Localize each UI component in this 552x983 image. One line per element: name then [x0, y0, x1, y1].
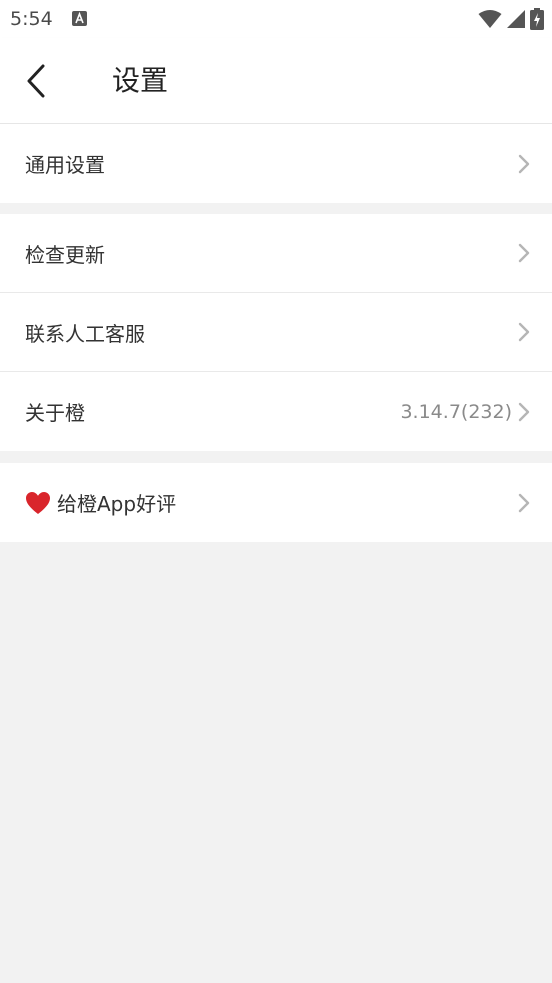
row-label: 通用设置 — [25, 153, 105, 177]
a-notification-icon — [72, 11, 87, 26]
settings-group-about: 检查更新 联系人工客服 关于橙 3.14.7(232) — [0, 214, 552, 451]
about-item[interactable]: 关于橙 3.14.7(232) — [0, 372, 552, 451]
status-bar: 5:54 — [0, 0, 552, 38]
page-title: 设置 — [112, 64, 169, 97]
status-time: 5:54 — [10, 8, 53, 30]
back-arrow-icon — [27, 64, 45, 98]
chevron-right-icon — [518, 322, 530, 342]
settings-group-rate: 给橙App好评 — [0, 463, 552, 542]
check-update-item[interactable]: 检查更新 — [0, 214, 552, 293]
contact-support-item[interactable]: 联系人工客服 — [0, 293, 552, 372]
chevron-right-icon — [518, 243, 530, 263]
version-value: 3.14.7(232) — [400, 400, 512, 423]
rate-app-label: 给橙App好评 — [57, 492, 177, 516]
toolbar: 设置 — [0, 38, 552, 124]
row-label: 关于橙 — [25, 401, 85, 425]
chevron-right-icon — [518, 154, 530, 173]
signal-icon — [507, 10, 525, 28]
status-icons — [478, 8, 544, 30]
chevron-right-icon — [518, 493, 530, 512]
general-settings-item[interactable]: 通用设置 — [0, 124, 552, 203]
wifi-icon — [478, 10, 502, 28]
row-label: 检查更新 — [25, 242, 105, 267]
row-label: 联系人工客服 — [25, 321, 145, 346]
battery-charging-icon — [530, 8, 544, 30]
heart-icon — [26, 491, 50, 514]
chevron-right-icon — [518, 402, 530, 421]
rate-app-item[interactable]: 给橙App好评 — [0, 463, 552, 542]
back-button[interactable] — [20, 60, 52, 102]
row-label: 给橙App好评 — [25, 488, 518, 517]
settings-group-general: 通用设置 — [0, 124, 552, 203]
